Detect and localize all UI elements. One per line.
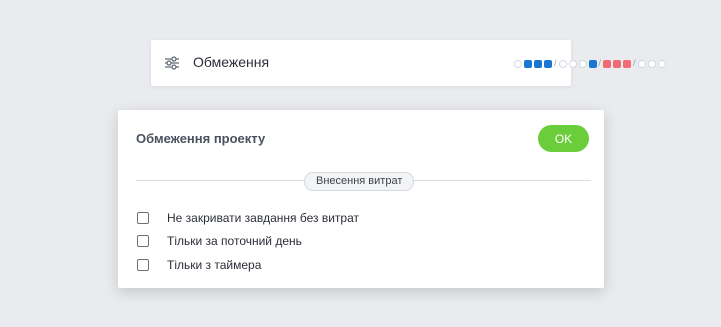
indicator-dot-blue: [544, 59, 552, 68]
section-label-expense-entry: Внесення витрат: [304, 172, 415, 191]
restriction-status-indicator: / / /: [514, 59, 668, 68]
indicator-dot-empty: [568, 59, 577, 68]
restrictions-bar[interactable]: Обмеження / / /: [151, 40, 666, 86]
indicator-dot-red: [613, 59, 622, 68]
indicator-dot-empty: [647, 59, 656, 68]
ok-button[interactable]: OK: [538, 125, 589, 152]
checkbox[interactable]: [137, 212, 149, 224]
option-label: Тільки за поточний день: [167, 234, 302, 248]
indicator-dot-blue: [524, 59, 532, 68]
option-no-close-without-expenses[interactable]: Не закривати завдання без витрат: [137, 210, 359, 226]
indicator-dot-red: [623, 59, 632, 68]
option-label: Не закривати завдання без витрат: [167, 211, 359, 225]
indicator-dot-blue: [534, 59, 542, 68]
indicator-separator: /: [633, 58, 636, 68]
project-restrictions-panel: Обмеження проекту OK Внесення витрат Не …: [118, 110, 604, 288]
indicator-dot-empty: [578, 59, 587, 68]
indicator-dot-empty: [558, 59, 567, 68]
sliders-icon[interactable]: [164, 55, 180, 71]
restrictions-label: Обмеження: [193, 54, 270, 70]
indicator-dot-empty: [637, 59, 646, 68]
option-timer-only[interactable]: Тільки з таймера: [137, 257, 261, 273]
indicator-dot-red: [603, 59, 612, 68]
checkbox[interactable]: [137, 235, 149, 247]
checkbox[interactable]: [137, 259, 149, 271]
indicator-separator: /: [598, 58, 602, 68]
indicator-dot-empty: [514, 59, 522, 68]
option-current-day-only[interactable]: Тільки за поточний день: [137, 233, 302, 249]
indicator-dot-empty: [657, 59, 666, 68]
indicator-separator: /: [554, 58, 557, 68]
panel-title: Обмеження проекту: [136, 131, 266, 146]
indicator-dot-blue: [588, 59, 597, 68]
option-label: Тільки з таймера: [167, 258, 262, 272]
